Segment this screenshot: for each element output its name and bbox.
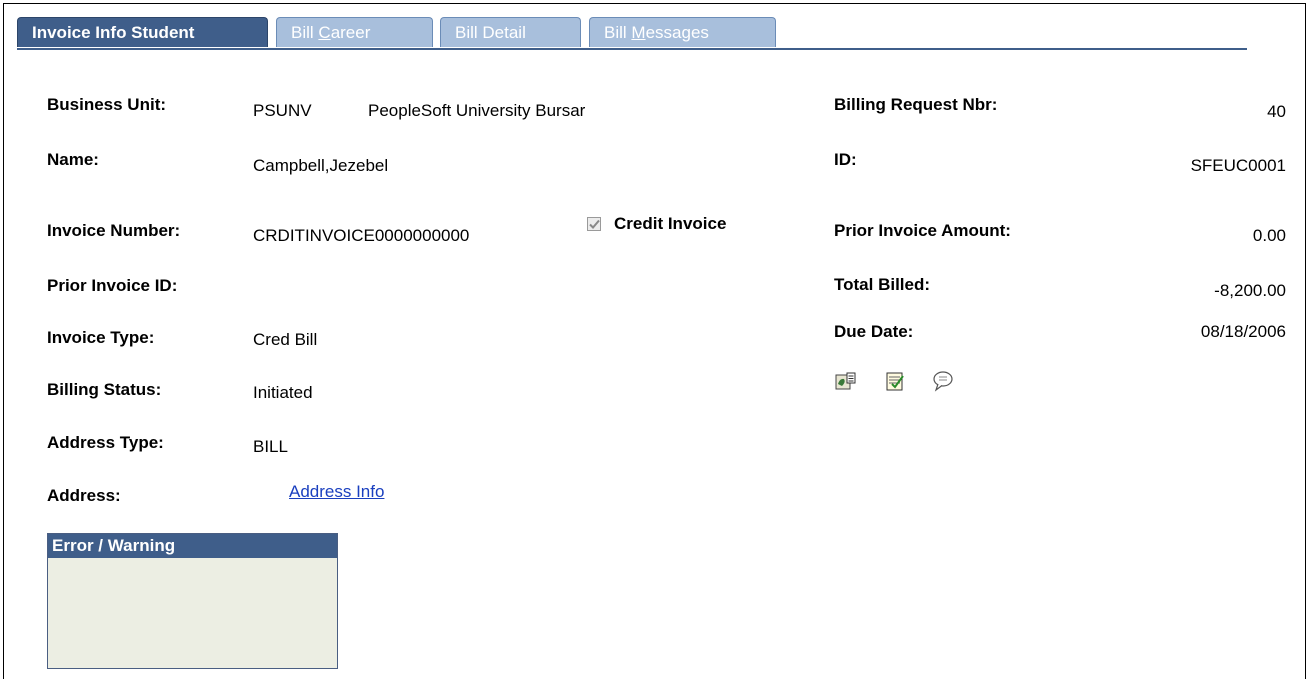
id-value: SFEUC0001 <box>1190 156 1286 175</box>
invoice-number-value: CRDITINVOICE0000000000 <box>253 226 470 245</box>
prior-invoice-id-label: Prior Invoice ID: <box>47 276 178 295</box>
tab-label-access-key: M <box>631 23 646 42</box>
address-label: Address: <box>47 486 121 505</box>
due-date-value: 08/18/2006 <box>1200 322 1286 341</box>
id-label: ID: <box>834 150 857 169</box>
business-unit-label: Business Unit: <box>47 95 167 114</box>
business-unit-description: PeopleSoft University Bursar <box>368 101 586 120</box>
address-type-value: BILL <box>253 437 288 456</box>
due-date-label: Due Date: <box>834 322 914 341</box>
contact-icon[interactable] <box>835 370 857 392</box>
billing-request-nbr-value: 40 <box>1267 102 1286 121</box>
tab-bill-career[interactable]: Bill Career <box>276 17 433 47</box>
billing-request-nbr-label: Billing Request Nbr: <box>834 95 998 114</box>
credit-invoice-label: Credit Invoice <box>614 214 727 233</box>
total-billed-label: Total Billed: <box>834 275 931 294</box>
prior-invoice-amount-label: Prior Invoice Amount: <box>834 221 1011 240</box>
invoice-type-label: Invoice Type: <box>47 328 155 347</box>
checkmark-icon <box>589 219 600 229</box>
tab-label-part: Bill <box>291 23 319 42</box>
tab-label-access-key: C <box>318 23 331 42</box>
tab-bill-messages[interactable]: Bill Messages <box>589 17 776 47</box>
tab-label-part: Bill <box>604 23 632 42</box>
invoice-number-label: Invoice Number: <box>47 221 181 240</box>
tab-label-part: areer <box>330 23 371 42</box>
address-info-link[interactable]: Address Info <box>289 482 384 502</box>
tab-invoice-info-student[interactable]: Invoice Info Student <box>17 17 268 47</box>
prior-invoice-amount-value: 0.00 <box>1252 226 1286 245</box>
business-unit-code: PSUNV <box>253 101 312 120</box>
name-value: Campbell,Jezebel <box>253 156 389 175</box>
notepad-icon[interactable] <box>884 370 906 392</box>
error-warning-box: Error / Warning <box>47 533 338 669</box>
credit-invoice-checkbox[interactable] <box>587 217 601 231</box>
name-label: Name: <box>47 150 99 169</box>
comments-icon[interactable] <box>932 370 954 392</box>
address-type-label: Address Type: <box>47 433 164 452</box>
tab-underline <box>17 48 1247 50</box>
invoice-type-value: Cred Bill <box>253 330 318 349</box>
billing-status-label: Billing Status: <box>47 380 162 399</box>
total-billed-value: -8,200.00 <box>1214 281 1286 300</box>
error-warning-header: Error / Warning <box>48 534 337 558</box>
tab-bill-detail[interactable]: Bill Detail <box>440 17 581 47</box>
billing-status-value: Initiated <box>253 383 313 402</box>
tab-label-part: essages <box>645 23 709 42</box>
